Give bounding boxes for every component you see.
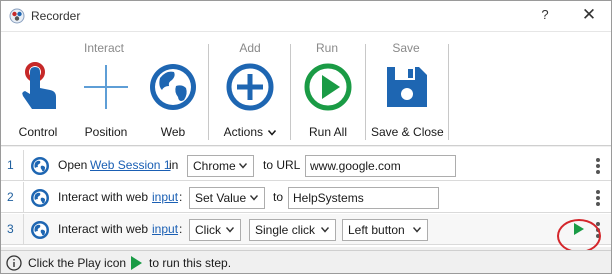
url-field[interactable]: www.google.com xyxy=(305,155,456,177)
to-text: to xyxy=(273,190,284,204)
status-text-after: to run this step. xyxy=(149,256,232,270)
chevron-down-icon xyxy=(321,227,329,233)
input-link[interactable]: input xyxy=(152,222,178,236)
globe-icon xyxy=(150,64,196,110)
touch-hand-icon xyxy=(22,62,56,109)
interact-text: Interact with web xyxy=(58,190,149,204)
save-close-label: Save & Close xyxy=(371,125,444,139)
globe-icon xyxy=(31,189,49,207)
more-options-icon[interactable] xyxy=(595,156,601,176)
mouse-button-value: Left button xyxy=(348,223,405,237)
control-button[interactable]: Control xyxy=(13,62,63,139)
browser-value: Chrome xyxy=(193,159,236,173)
ribbon-toolbar: Interact Add Run Save Control Position W… xyxy=(1,31,611,146)
input-link[interactable]: input xyxy=(152,190,178,204)
window-title: Recorder xyxy=(31,9,81,23)
actions-label: Actions xyxy=(223,125,263,139)
web-label: Web xyxy=(160,125,186,139)
action-dropdown[interactable]: Set Value xyxy=(189,187,265,209)
group-divider xyxy=(290,44,291,140)
interact-text: Interact with web xyxy=(58,222,149,236)
play-icon xyxy=(131,256,142,270)
floppy-disk-icon xyxy=(387,67,427,107)
actions-button[interactable]: Actions xyxy=(219,62,281,139)
steps-list: 1 Open Web Session 1 in Chrome to URL ww… xyxy=(1,147,611,247)
click-action-dropdown[interactable]: Click xyxy=(189,219,241,241)
run-all-label: Run All xyxy=(308,125,348,139)
to-url-text: to URL xyxy=(263,158,301,172)
globe-icon xyxy=(31,157,49,175)
web-button[interactable]: Web xyxy=(146,62,200,139)
close-button[interactable]: ✕ xyxy=(579,5,599,25)
step-number: 3 xyxy=(7,222,14,236)
chevron-down-icon xyxy=(226,227,234,233)
play-circle-icon xyxy=(304,63,352,111)
mouse-button-dropdown[interactable]: Left button xyxy=(342,219,428,241)
plus-circle-icon xyxy=(226,63,274,111)
step-row-2[interactable]: 2 Interact with web input : Set Value to… xyxy=(1,182,611,213)
web-session-link[interactable]: Web Session 1 xyxy=(90,158,171,172)
value-text: HelpSystems xyxy=(293,191,364,205)
value-field[interactable]: HelpSystems xyxy=(288,187,439,209)
click-action-value: Click xyxy=(195,223,221,237)
status-text-before: Click the Play icon xyxy=(28,256,127,270)
status-bar: Click the Play icon to run this step. xyxy=(1,250,611,273)
colon-text: : xyxy=(179,190,183,204)
chevron-down-icon xyxy=(250,195,258,201)
chevron-down-icon xyxy=(413,227,421,233)
action-value: Set Value xyxy=(195,191,247,205)
group-divider xyxy=(448,44,449,140)
chevron-down-icon xyxy=(268,130,277,136)
group-title-add: Add xyxy=(239,41,261,55)
more-options-icon[interactable] xyxy=(595,188,601,208)
save-close-button[interactable]: Save & Close xyxy=(371,62,444,139)
group-title-run: Run xyxy=(315,41,338,55)
crosshair-icon xyxy=(84,65,128,109)
step-row-1[interactable]: 1 Open Web Session 1 in Chrome to URL ww… xyxy=(1,150,611,181)
title-bar: Recorder ? ✕ xyxy=(1,1,611,31)
click-type-dropdown[interactable]: Single click xyxy=(249,219,336,241)
step-number: 2 xyxy=(7,190,14,204)
control-label: Control xyxy=(18,125,58,139)
group-title-save: Save xyxy=(392,41,420,55)
colon-text: : xyxy=(179,222,183,236)
group-divider xyxy=(365,44,366,140)
recorder-app-icon xyxy=(9,8,25,24)
run-all-button[interactable]: Run All xyxy=(300,62,356,139)
recorder-window: Recorder ? ✕ Interact Add Run Save Contr… xyxy=(0,0,612,274)
in-text: in xyxy=(169,158,179,172)
position-button[interactable]: Position xyxy=(79,62,133,139)
info-icon xyxy=(6,255,22,271)
help-button[interactable]: ? xyxy=(537,7,553,25)
chevron-down-icon xyxy=(239,163,247,169)
step-row-3[interactable]: 3 Interact with web input : Click Single… xyxy=(1,214,611,245)
highlight-ellipse xyxy=(557,219,601,253)
step-number: 1 xyxy=(7,158,14,172)
url-value: www.google.com xyxy=(310,159,401,173)
group-title-interact: Interact xyxy=(83,41,125,55)
position-label: Position xyxy=(84,125,128,139)
open-text: Open xyxy=(58,158,88,172)
browser-dropdown[interactable]: Chrome xyxy=(187,155,254,177)
group-divider xyxy=(208,44,209,140)
click-type-value: Single click xyxy=(255,223,316,237)
globe-icon xyxy=(31,221,49,239)
